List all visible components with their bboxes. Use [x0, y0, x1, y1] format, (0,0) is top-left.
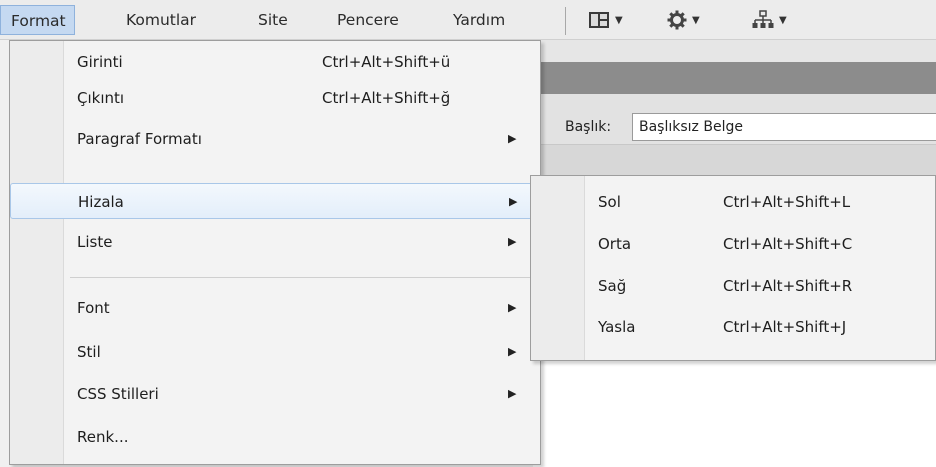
site-map-icon [752, 10, 774, 28]
menu-item-label: Renk... [77, 428, 129, 446]
submenu-arrow-icon: ▶ [508, 387, 517, 400]
menu-item-shortcut: Ctrl+Alt+Shift+ğ [322, 89, 451, 107]
submenu-item-label: Yasla [598, 318, 636, 336]
menu-item-font[interactable]: Font ▶ [10, 290, 540, 326]
submenu-arrow-icon: ▶ [509, 195, 518, 208]
document-title-input[interactable] [632, 113, 936, 141]
menu-item-css-stilleri[interactable]: CSS Stilleri ▶ [10, 376, 540, 412]
gear-icon [667, 10, 687, 30]
menu-item-label: Liste [77, 233, 113, 251]
submenu-item-sag[interactable]: Sağ Ctrl+Alt+Shift+R [531, 268, 935, 304]
menu-item-label: Girinti [77, 53, 123, 71]
submenu-arrow-icon: ▶ [508, 132, 517, 145]
submenu-item-label: Orta [598, 235, 632, 253]
menu-item-label: Font [77, 299, 110, 317]
menu-format[interactable]: Format [0, 5, 75, 35]
submenu-item-shortcut: Ctrl+Alt+Shift+L [723, 193, 851, 211]
menu-item-label: Stil [77, 343, 101, 361]
submenu-item-yasla[interactable]: Yasla Ctrl+Alt+Shift+J [531, 309, 935, 345]
submenu-item-shortcut: Ctrl+Alt+Shift+C [723, 235, 853, 253]
title-label: Başlık: [565, 119, 612, 135]
submenu-arrow-icon: ▶ [508, 345, 517, 358]
submenu-item-shortcut: Ctrl+Alt+Shift+R [723, 277, 853, 295]
chevron-down-icon: ▼ [615, 14, 623, 26]
layout-dropdown-button[interactable]: ▼ [588, 8, 623, 32]
site-dropdown-button[interactable]: ▼ [752, 8, 787, 32]
menu-item-label: Çıkıntı [77, 89, 125, 107]
menu-item-liste[interactable]: Liste ▶ [10, 224, 540, 260]
menu-item-label: Hizala [78, 193, 124, 211]
submenu-arrow-icon: ▶ [508, 235, 517, 248]
menu-item-stil[interactable]: Stil ▶ [10, 334, 540, 370]
menu-item-label: Paragraf Formatı [77, 130, 202, 148]
menu-yardim[interactable]: Yardım [445, 5, 513, 35]
document-toolbar-strip [533, 62, 936, 94]
menu-pencere[interactable]: Pencere [329, 5, 407, 35]
chevron-down-icon: ▼ [779, 14, 787, 26]
menu-komutlar[interactable]: Komutlar [118, 5, 204, 35]
submenu-item-label: Sol [598, 193, 621, 211]
menu-item-shortcut: Ctrl+Alt+Shift+ü [322, 53, 451, 71]
submenu-item-orta[interactable]: Orta Ctrl+Alt+Shift+C [531, 226, 935, 262]
menu-separator [70, 277, 538, 278]
menu-item-girinti[interactable]: Girinti Ctrl+Alt+Shift+ü [10, 44, 540, 80]
submenu-arrow-icon: ▶ [508, 301, 517, 314]
menu-item-label: CSS Stilleri [77, 385, 159, 403]
menu-item-paragraf-formati[interactable]: Paragraf Formatı ▶ [10, 121, 540, 157]
submenu-item-label: Sağ [598, 277, 627, 295]
submenu-item-shortcut: Ctrl+Alt+Shift+J [723, 318, 847, 336]
menu-item-renk[interactable]: Renk... [10, 419, 540, 455]
submenu-item-sol[interactable]: Sol Ctrl+Alt+Shift+L [531, 184, 935, 220]
panel-bar [533, 144, 936, 177]
menu-item-cikinti[interactable]: Çıkıntı Ctrl+Alt+Shift+ğ [10, 80, 540, 116]
menu-item-hizala[interactable]: Hizala ▶ [10, 183, 540, 219]
layout-icon [589, 12, 609, 28]
menubar: Format Komutlar Site Pencere Yardım ▼ ▼ [0, 0, 936, 40]
chevron-down-icon: ▼ [692, 14, 700, 26]
format-menu: Girinti Ctrl+Alt+Shift+ü Çıkıntı Ctrl+Al… [9, 40, 541, 465]
settings-dropdown-button[interactable]: ▼ [667, 8, 700, 32]
menu-site[interactable]: Site [250, 5, 296, 35]
align-submenu: Sol Ctrl+Alt+Shift+L Orta Ctrl+Alt+Shift… [530, 175, 936, 361]
menubar-separator [565, 7, 566, 35]
